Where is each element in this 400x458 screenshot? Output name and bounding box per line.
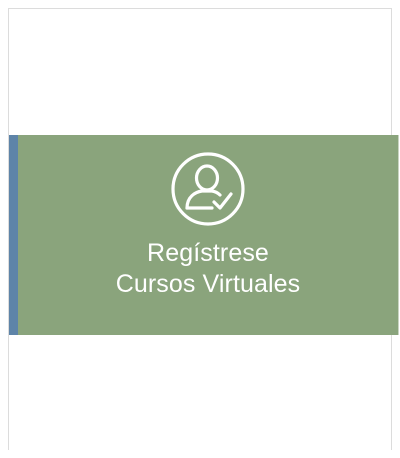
- tile-label-line1: Regístrese: [147, 239, 269, 267]
- register-virtual-courses-tile[interactable]: Regístrese Cursos Virtuales: [9, 135, 399, 335]
- user-check-icon: [170, 151, 246, 227]
- tile-label-line2: Cursos Virtuales: [115, 270, 301, 298]
- tile-label: Regístrese Cursos Virtuales: [116, 238, 301, 300]
